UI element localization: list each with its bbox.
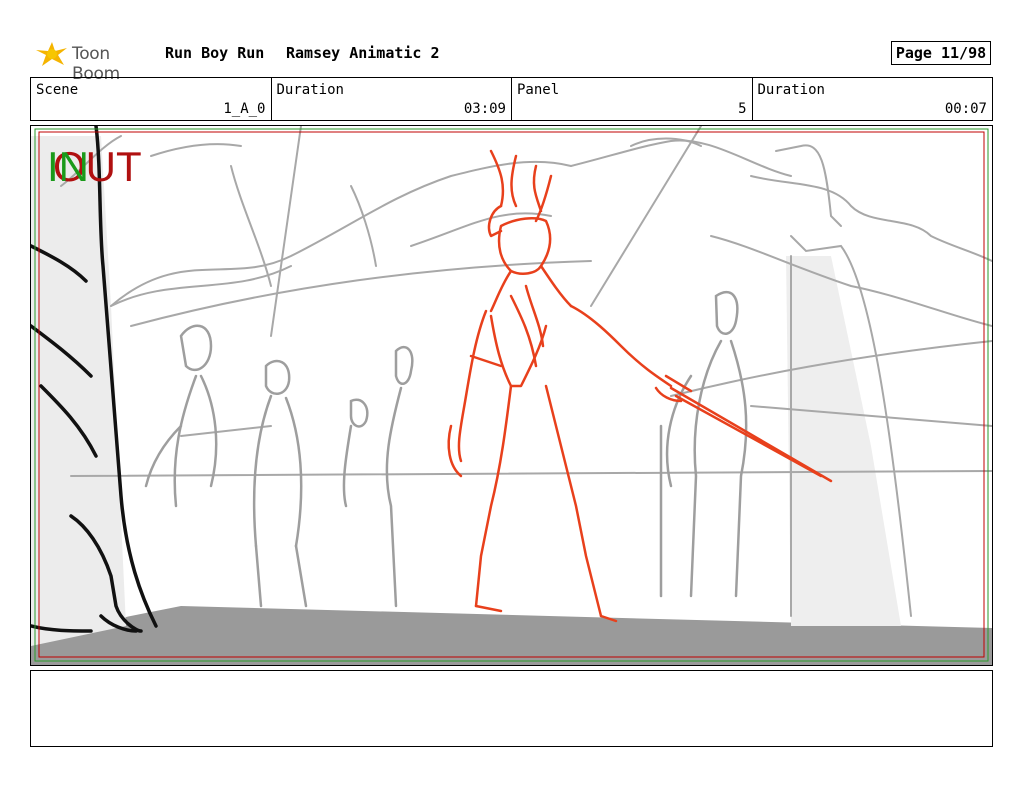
panel-value: 5 (738, 101, 747, 117)
page-indicator: Page 11/98 (891, 41, 991, 65)
storyboard-header: Toon Boom Run Boy Run Ramsey Animatic 2 … (30, 38, 993, 84)
background-figures (144, 290, 748, 608)
panel-duration-cell: Duration 00:07 (753, 78, 993, 120)
panel-notes-box (30, 670, 993, 747)
scene-duration-cell: Duration 03:09 (272, 78, 512, 120)
sketch-drawing (31, 126, 992, 665)
toon-boom-logo: Toon Boom (34, 40, 158, 84)
panel-cell: Panel 5 (512, 78, 753, 120)
project-title: Run Boy Run (165, 44, 265, 62)
sequence-title: Ramsey Animatic 2 (286, 44, 440, 62)
star-burst-icon (36, 42, 67, 66)
panel-duration-value: 00:07 (944, 101, 987, 117)
panel-info-bar: Scene 1_A_0 Duration 03:09 Panel 5 Durat… (30, 77, 993, 121)
scene-duration-value: 03:09 (463, 101, 506, 117)
panel-label: Panel (517, 82, 560, 98)
scene-cell: Scene 1_A_0 (31, 78, 272, 120)
in-marker: IN (47, 143, 89, 190)
scene-duration-label: Duration (276, 82, 344, 98)
panel-duration-label: Duration (757, 82, 825, 98)
storyboard-panel-image: OUT IN (30, 125, 993, 666)
scene-value: 1_A_0 (223, 101, 266, 117)
hero-figure-sketch (447, 149, 833, 623)
scene-label: Scene (36, 82, 79, 98)
